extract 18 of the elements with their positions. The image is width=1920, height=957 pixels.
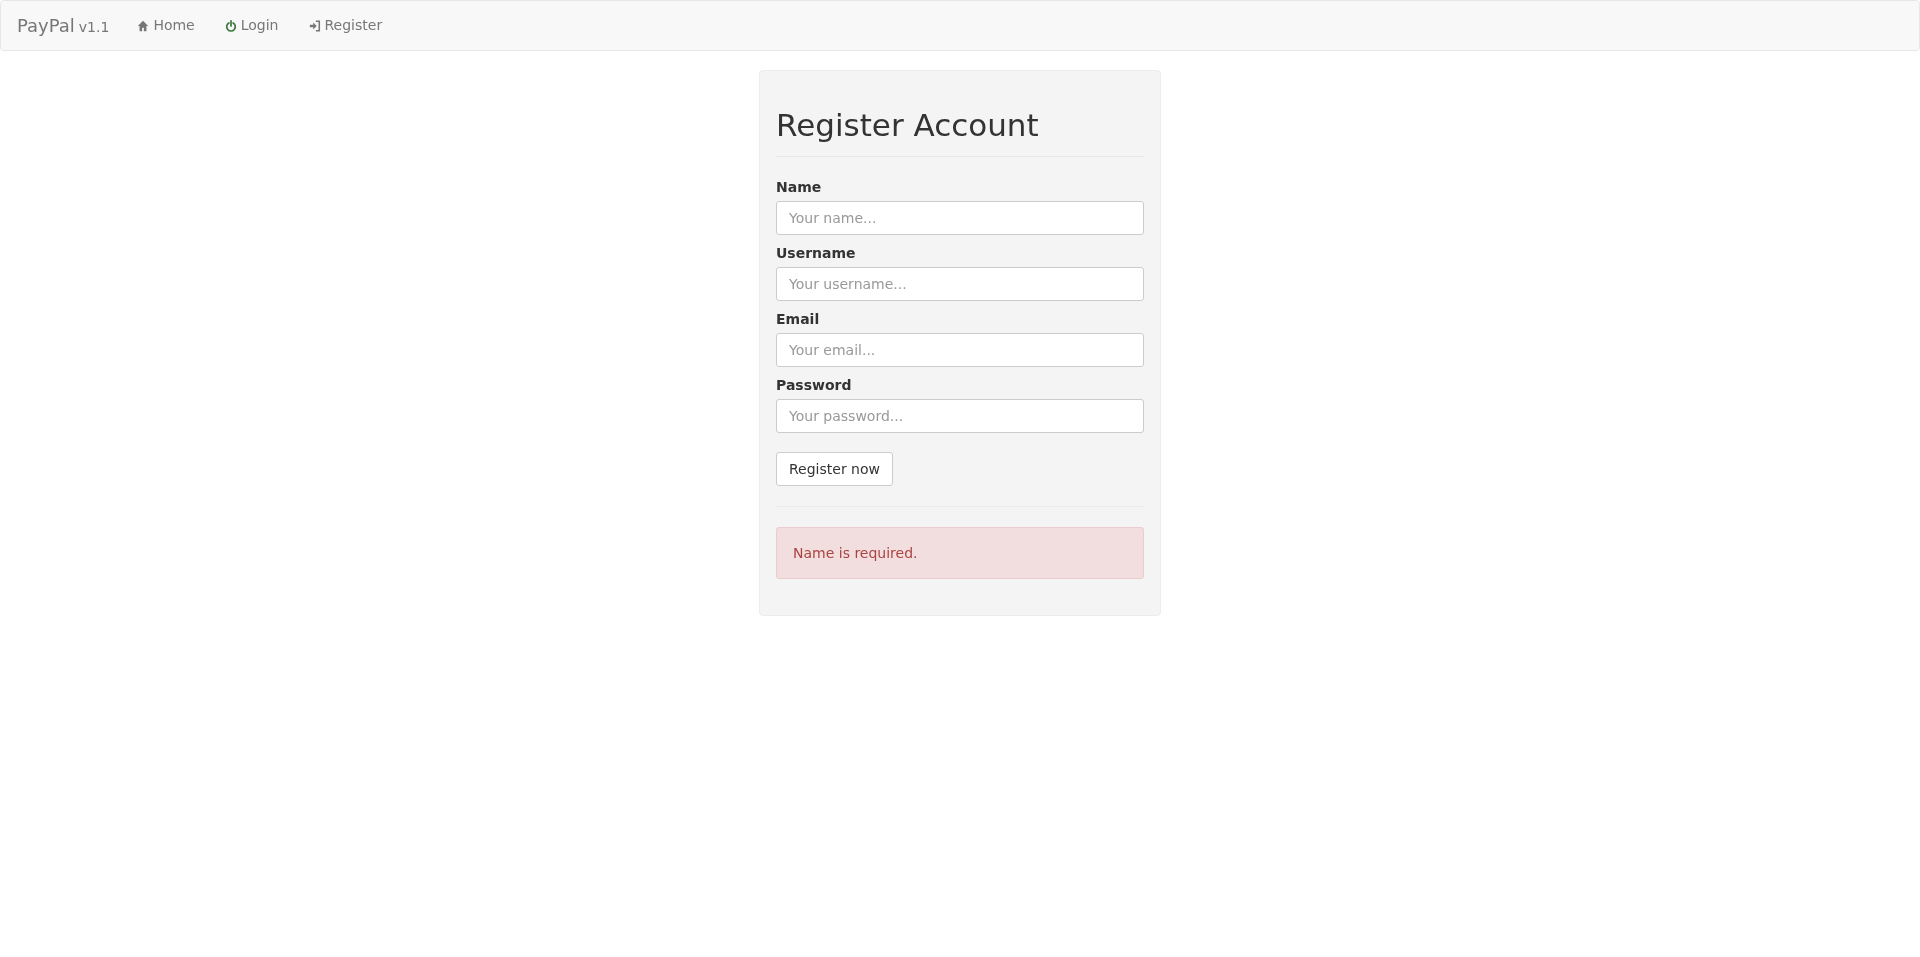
field-label: Name xyxy=(776,178,823,197)
field-label: Email xyxy=(776,310,821,329)
home-icon xyxy=(137,19,150,32)
input-field[interactable]: Your password... xyxy=(776,399,1144,433)
nav-link[interactable]: Home xyxy=(137,15,195,36)
input-field[interactable]: Your name... xyxy=(776,201,1144,235)
power-icon xyxy=(224,19,237,32)
field-label: Username xyxy=(776,244,857,263)
nav-link[interactable]: Login xyxy=(224,15,279,36)
brand-link[interactable]: PayPal v1.1 xyxy=(17,12,110,39)
form-title: Register Account xyxy=(776,106,1040,145)
input-field[interactable]: Your username... xyxy=(776,267,1144,301)
nav-link[interactable]: Register xyxy=(308,15,383,36)
register-button[interactable]: Register now xyxy=(776,452,893,486)
sign-in-icon xyxy=(308,19,321,32)
input-field[interactable]: Your email... xyxy=(776,333,1144,367)
field-label: Password xyxy=(776,376,853,395)
error-alert: Name is required. xyxy=(776,527,1144,579)
